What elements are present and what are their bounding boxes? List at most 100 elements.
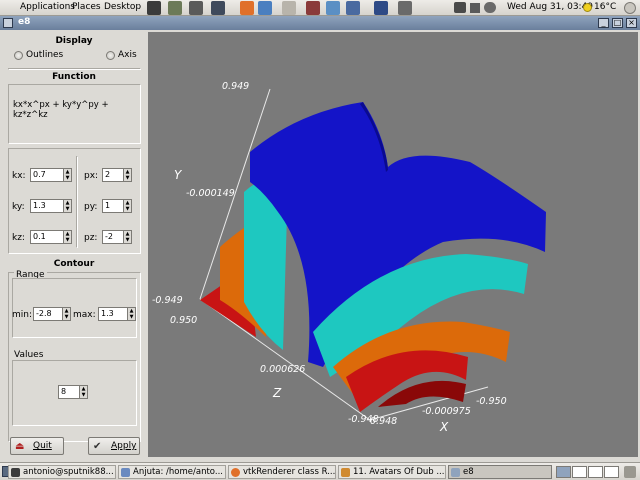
- kz-label: kz:: [12, 233, 25, 243]
- params-divider: [76, 156, 78, 248]
- isosurface-render[interactable]: 0.949 Y -0.000149 -0.949 0.950 0.000626 …: [148, 32, 638, 457]
- max-label: max:: [73, 310, 96, 320]
- x-left-label: 0.948: [370, 416, 397, 427]
- spinner-arrows-icon[interactable]: ▲ ▼: [79, 386, 87, 398]
- close-button[interactable]: ×: [626, 18, 637, 28]
- py-label: py:: [84, 202, 98, 212]
- workspace-3[interactable]: [588, 466, 603, 478]
- spinner-arrows-icon[interactable]: ▲ ▼: [127, 308, 135, 320]
- task-terminal[interactable]: antonio@sputnik88...: [8, 465, 116, 479]
- spinner-arrows-icon[interactable]: ▲ ▼: [63, 200, 71, 212]
- x-mid-label: -0.000975: [422, 406, 471, 417]
- px-label: px:: [84, 171, 99, 181]
- z-mid-label: 0.000626: [260, 364, 305, 375]
- task-anjuta[interactable]: Anjuta: /home/anto...: [118, 465, 226, 479]
- control-panel: Display Outlines Axis Function kx*x^px +…: [4, 32, 145, 457]
- min-label: min:: [12, 310, 33, 320]
- x-right-label: -0.950: [476, 396, 507, 407]
- function-text[interactable]: kx*x^px + ky*y^py + kz*z^kz: [13, 100, 145, 120]
- y-bottom-label: -0.949: [152, 295, 183, 306]
- spinner-arrows-icon[interactable]: ▲ ▼: [63, 231, 71, 243]
- function-title: Function: [52, 72, 96, 82]
- terminal-icon: [11, 468, 20, 477]
- min-spinner[interactable]: -2.8 ▲ ▼: [33, 307, 71, 321]
- workspace-2[interactable]: [572, 466, 587, 478]
- quit-icon: ⏏: [15, 441, 25, 452]
- maximize-button[interactable]: □: [612, 18, 623, 28]
- max-spinner[interactable]: 1.3 ▲ ▼: [98, 307, 136, 321]
- weather-sun-icon: [583, 3, 592, 12]
- axis-radio[interactable]: [106, 51, 115, 60]
- stats-icon[interactable]: [346, 1, 360, 15]
- quit-button[interactable]: ⏏ Quit: [10, 437, 64, 455]
- divider: [8, 68, 141, 70]
- workspace-4[interactable]: [604, 466, 619, 478]
- firefox-icon[interactable]: [240, 1, 254, 15]
- tools-icon[interactable]: [398, 1, 412, 15]
- outlines-radio[interactable]: [14, 51, 23, 60]
- display-title: Display: [55, 36, 93, 46]
- ky-label: ky:: [12, 202, 25, 212]
- workspace-1[interactable]: [556, 466, 571, 478]
- spinner-arrows-icon[interactable]: ▲ ▼: [123, 231, 131, 243]
- volume-icon[interactable]: [484, 2, 496, 13]
- gear-icon[interactable]: [189, 1, 203, 15]
- x-axis-label: X: [439, 420, 449, 434]
- anjuta-icon: [121, 468, 130, 477]
- clock[interactable]: Wed Aug 31, 03:49: [507, 2, 593, 12]
- monitor-icon[interactable]: [211, 1, 225, 15]
- z-back-label: 0.950: [170, 315, 197, 326]
- spinner-arrows-icon[interactable]: ▲ ▼: [123, 200, 131, 212]
- taskbar: antonio@sputnik88... Anjuta: /home/anto.…: [0, 462, 640, 480]
- spinner-arrows-icon[interactable]: ▲ ▼: [123, 169, 131, 181]
- px-spinner[interactable]: 2 ▲ ▼: [102, 168, 132, 182]
- py-spinner[interactable]: 1 ▲ ▼: [102, 199, 132, 213]
- spinner-arrows-icon[interactable]: ▲ ▼: [63, 169, 71, 181]
- trash-icon[interactable]: [624, 466, 636, 478]
- values-spinner[interactable]: 8 ▲ ▼: [58, 385, 88, 399]
- printer-icon[interactable]: [454, 2, 466, 13]
- kx-spinner[interactable]: 0.7 ▲ ▼: [30, 168, 72, 182]
- apply-button[interactable]: ✔ Apply: [88, 437, 140, 455]
- window-titlebar[interactable]: e8 _ □ ×: [0, 16, 640, 30]
- applications-menu[interactable]: Applications: [20, 2, 75, 12]
- battery-icon[interactable]: [470, 3, 480, 13]
- y-mid-label: -0.000149: [186, 188, 235, 199]
- terminal-icon[interactable]: [147, 1, 161, 15]
- temperature[interactable]: 16°C: [594, 2, 616, 12]
- pz-label: pz:: [84, 233, 98, 243]
- minimize-button[interactable]: _: [598, 18, 609, 28]
- window-title: e8: [18, 17, 31, 27]
- kz-spinner[interactable]: 0.1 ▲ ▼: [30, 230, 72, 244]
- gimp-icon[interactable]: [168, 1, 182, 15]
- media-icon: [341, 468, 350, 477]
- paint-icon[interactable]: [326, 1, 340, 15]
- contour-title: Contour: [53, 259, 95, 269]
- window-icon: [451, 468, 460, 477]
- task-firefox[interactable]: vtkRenderer class R...: [228, 465, 336, 479]
- browser-icon[interactable]: [258, 1, 272, 15]
- top-panel: Applications Places Desktop Wed Aug 31, …: [0, 0, 640, 16]
- draw-icon[interactable]: [306, 1, 320, 15]
- power-icon[interactable]: [624, 2, 636, 14]
- values-label: Values: [14, 350, 44, 360]
- system-icon[interactable]: [282, 1, 296, 15]
- firefox-icon: [231, 468, 240, 477]
- font-a-icon[interactable]: [374, 1, 388, 15]
- render-viewport[interactable]: 0.949 Y -0.000149 -0.949 0.950 0.000626 …: [148, 32, 638, 457]
- spinner-arrows-icon[interactable]: ▲ ▼: [62, 308, 70, 320]
- y-top-label: 0.949: [222, 81, 249, 92]
- pz-spinner[interactable]: -2 ▲ ▼: [102, 230, 132, 244]
- kx-label: kx:: [12, 171, 26, 181]
- desktop-menu[interactable]: Desktop: [104, 2, 141, 12]
- task-media[interactable]: 11. Avatars Of Dub ...: [338, 465, 446, 479]
- outlines-label: Outlines: [26, 50, 64, 60]
- task-e8[interactable]: e8: [448, 465, 552, 479]
- ky-spinner[interactable]: 1.3 ▲ ▼: [30, 199, 72, 213]
- places-menu[interactable]: Places: [72, 2, 101, 12]
- z-axis-label: Z: [272, 386, 282, 400]
- checkmark-icon: ✔: [93, 441, 102, 452]
- window-menu-icon[interactable]: [3, 18, 13, 28]
- y-axis-label: Y: [174, 168, 183, 182]
- axis-label: Axis: [118, 50, 137, 60]
